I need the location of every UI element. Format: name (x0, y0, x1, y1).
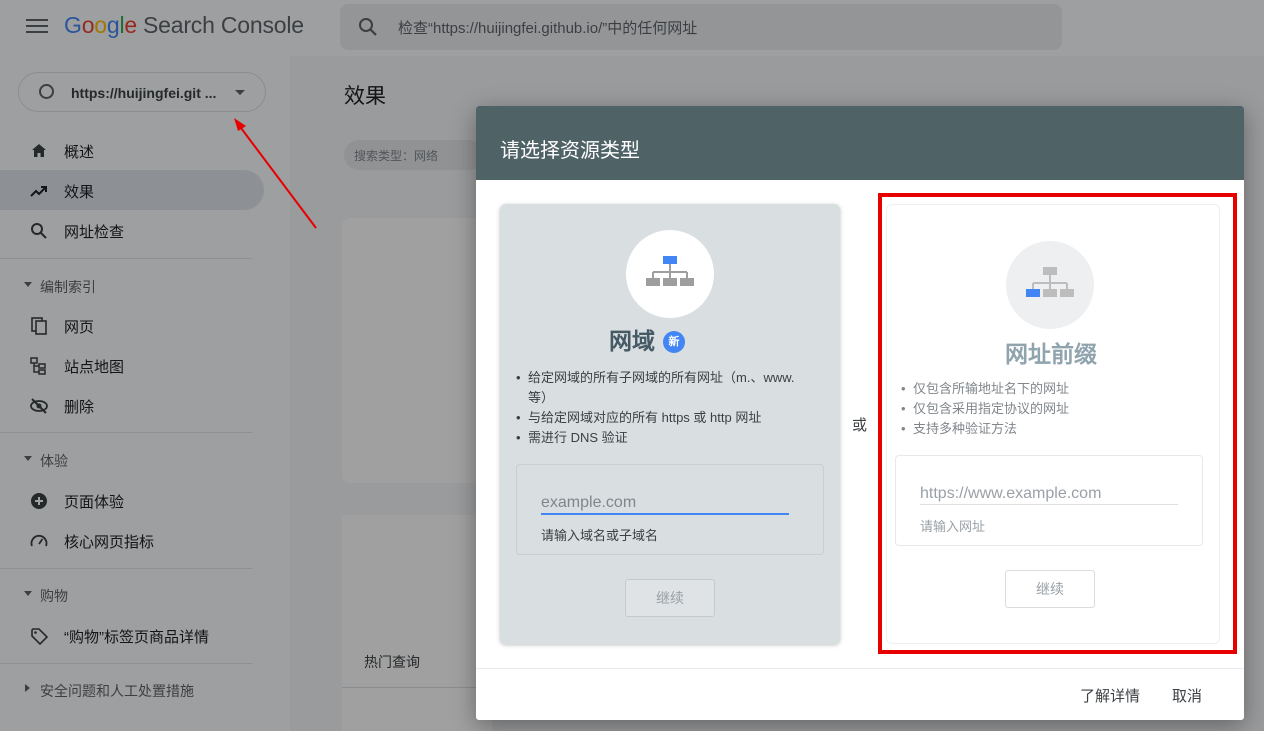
domain-option-card[interactable]: 网域新 给定网域的所有子网域的所有网址（m.、www. 等） 与给定网域对应的所… (500, 204, 840, 644)
feature-item: 给定网域的所有子网域的所有网址（m.、www. 等） (514, 368, 814, 408)
feature-item: 仅包含采用指定协议的网址 (899, 399, 1199, 419)
url-prefix-option-card[interactable]: 网址前缀 仅包含所输地址名下的网址 仅包含采用指定协议的网址 支持多种验证方法 … (886, 204, 1220, 644)
dialog-header: 请选择资源类型 (476, 106, 1244, 180)
learn-more-button[interactable]: 了解详情 (1080, 685, 1140, 706)
or-separator: 或 (852, 417, 868, 434)
url-prefix-option-title: 网址前缀 (1005, 341, 1097, 367)
feature-item: 与给定网域对应的所有 https 或 http 网址 (514, 408, 814, 428)
dialog-footer: 了解详情 取消 (476, 668, 1244, 720)
domain-option-title: 网域新 (609, 322, 685, 356)
url-prefix-property-icon (1006, 241, 1094, 329)
hierarchy-icon (1026, 267, 1074, 297)
domain-input[interactable] (541, 491, 791, 515)
hierarchy-icon (646, 256, 694, 286)
domain-input-container: 请输入域名或子域名 (516, 464, 824, 555)
dialog-title: 请选择资源类型 (500, 140, 640, 162)
feature-item: 支持多种验证方法 (899, 419, 1199, 439)
url-prefix-feature-list: 仅包含所输地址名下的网址 仅包含采用指定协议的网址 支持多种验证方法 (899, 379, 1199, 439)
url-prefix-continue-button[interactable]: 继续 (1005, 570, 1095, 608)
input-focus-underline (541, 513, 789, 515)
url-input-container: 请输入网址 (895, 455, 1203, 546)
feature-item: 仅包含所输地址名下的网址 (899, 379, 1199, 399)
url-input-hint: 请输入网址 (920, 519, 986, 534)
new-badge: 新 (663, 331, 685, 353)
domain-continue-button[interactable]: 继续 (625, 579, 715, 617)
domain-feature-list: 给定网域的所有子网域的所有网址（m.、www. 等） 与给定网域对应的所有 ht… (514, 368, 814, 448)
url-input[interactable] (920, 482, 1180, 506)
feature-item: 需进行 DNS 验证 (514, 428, 814, 448)
domain-property-icon (626, 230, 714, 318)
cancel-button[interactable]: 取消 (1172, 685, 1202, 706)
select-property-type-dialog: 请选择资源类型 网域新 给定网域的所有子网域的所有网址（m.、www. 等） 与… (476, 106, 1244, 720)
domain-title-text: 网域 (609, 328, 655, 354)
domain-input-hint: 请输入域名或子域名 (541, 528, 659, 543)
input-underline (920, 504, 1178, 505)
